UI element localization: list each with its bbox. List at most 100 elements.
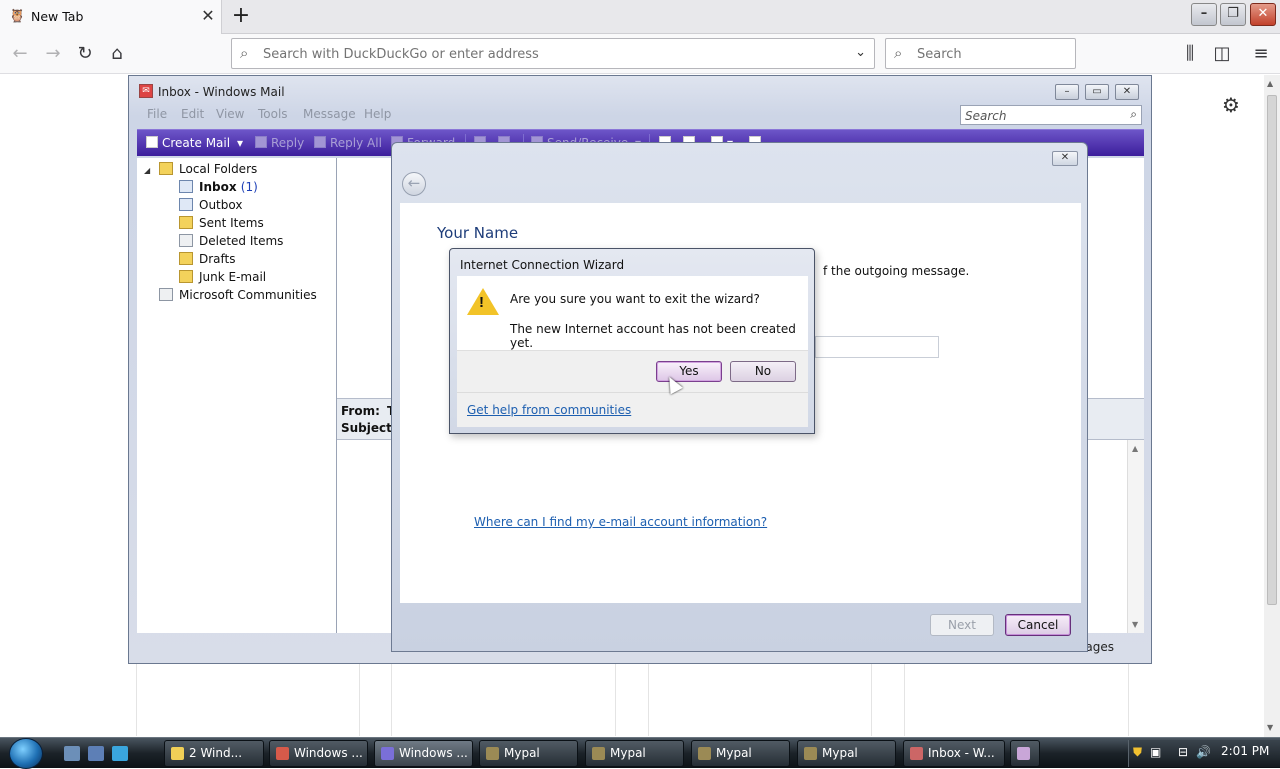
tab-title: New Tab xyxy=(31,9,84,24)
reload-icon[interactable]: ↻ xyxy=(73,42,97,66)
chevron-down-icon[interactable]: ⌄ xyxy=(855,45,866,60)
address-bar[interactable]: ⌕ Search with DuckDuckGo or enter addres… xyxy=(231,38,875,69)
task-explorer-group[interactable]: 2 Wind... xyxy=(164,740,264,767)
mail-close-button[interactable]: ✕ xyxy=(1115,84,1139,100)
wizard-heading: Your Name xyxy=(437,224,519,242)
gear-icon[interactable]: ⚙ xyxy=(1222,93,1240,117)
tab-new-tab[interactable]: 🦉 New Tab ✕ xyxy=(0,0,222,34)
page-scrollbar[interactable]: ▲ ▼ xyxy=(1264,75,1280,737)
scroll-up-icon[interactable]: ▲ xyxy=(1267,79,1273,88)
wizard-close-button[interactable]: ✕ xyxy=(1052,151,1078,166)
search-placeholder: Search xyxy=(917,47,962,62)
create-mail-dropdown[interactable]: ▾ xyxy=(237,136,243,150)
menu-tools[interactable]: Tools xyxy=(258,107,288,121)
dialog-footer: Get help from communities xyxy=(457,392,808,427)
folder-deleted-items[interactable]: Deleted Items xyxy=(179,234,283,248)
restore-button[interactable]: ❐ xyxy=(1220,3,1246,26)
no-button[interactable]: No xyxy=(730,361,796,382)
mail-menu-bar: File Edit View Tools Message Help xyxy=(137,104,957,124)
folder-local-folders[interactable]: Local Folders xyxy=(159,162,257,176)
menu-view[interactable]: View xyxy=(216,107,244,121)
task-label: Mypal xyxy=(822,746,858,760)
collapse-arrow-icon[interactable]: ◢ xyxy=(144,166,150,175)
home-icon[interactable]: ⌂ xyxy=(105,42,129,66)
scroll-down-icon[interactable]: ▼ xyxy=(1267,723,1273,732)
page-divider xyxy=(648,664,649,736)
folder-drafts[interactable]: Drafts xyxy=(179,252,236,266)
switch-windows-icon[interactable] xyxy=(88,746,104,761)
show-desktop-icon[interactable] xyxy=(64,746,80,761)
scroll-up-icon[interactable]: ▲ xyxy=(1132,444,1138,453)
search-box[interactable]: ⌕ Search xyxy=(885,38,1076,69)
page-divider xyxy=(1128,664,1129,736)
back-arrow-icon[interactable]: ← xyxy=(8,42,32,66)
library-icon[interactable]: ⫼ xyxy=(1178,42,1202,66)
network-status-icon[interactable]: ▣ xyxy=(1150,745,1161,759)
folder-label: Drafts xyxy=(199,252,236,266)
next-button[interactable]: Next xyxy=(930,614,994,636)
folder-microsoft-communities[interactable]: Microsoft Communities xyxy=(159,288,317,302)
folder-label: Outbox xyxy=(199,198,243,212)
scrollbar-thumb[interactable] xyxy=(1267,95,1277,605)
dialog-body: ! Are you sure you want to exit the wiza… xyxy=(457,276,808,350)
exit-wizard-dialog: Internet Connection Wizard ! Are you sur… xyxy=(449,248,815,434)
task-extra[interactable] xyxy=(1010,740,1040,767)
task-mypal-3[interactable]: Mypal xyxy=(691,740,790,767)
mail-maximize-button[interactable]: ▭ xyxy=(1085,84,1109,100)
cancel-button[interactable]: Cancel xyxy=(1005,614,1071,636)
window-icon xyxy=(276,747,289,760)
folder-sent-items[interactable]: Sent Items xyxy=(179,216,264,230)
search-icon[interactable]: ⌕ xyxy=(1130,107,1137,122)
task-label: Mypal xyxy=(504,746,540,760)
forward-arrow-icon[interactable]: → xyxy=(41,42,65,66)
folder-junk-email[interactable]: Junk E-mail xyxy=(179,270,266,284)
reply-all-button[interactable]: Reply All xyxy=(314,136,382,150)
volume-icon[interactable]: 🔊 xyxy=(1196,745,1211,759)
folder-inbox[interactable]: Inbox (1) xyxy=(179,180,258,194)
browser-nav-bar: ← → ↻ ⌂ ⌕ Search with DuckDuckGo or ente… xyxy=(0,34,1280,74)
help-communities-link[interactable]: Get help from communities xyxy=(467,403,631,417)
account-info-help-link[interactable]: Where can I find my e-mail account infor… xyxy=(474,515,767,529)
task-mypal-2[interactable]: Mypal xyxy=(585,740,684,767)
page-divider xyxy=(871,664,872,736)
mail-window-title: Inbox - Windows Mail xyxy=(158,85,285,99)
mail-minimize-button[interactable]: – xyxy=(1055,84,1079,100)
mypal-icon xyxy=(592,747,605,760)
menu-file[interactable]: File xyxy=(147,107,167,121)
windows-taskbar: 2 Wind... Windows ... Windows ... Mypal … xyxy=(0,737,1280,769)
preview-scrollbar[interactable]: ▲ ▼ xyxy=(1127,440,1144,633)
from-label: From: xyxy=(341,404,380,418)
task-windows-2[interactable]: Windows ... xyxy=(374,740,473,767)
internet-explorer-icon[interactable] xyxy=(112,746,128,761)
sent-items-icon xyxy=(179,216,193,229)
task-inbox-windows-mail[interactable]: Inbox - W... xyxy=(903,740,1005,767)
security-shield-icon[interactable]: ⛊ xyxy=(1133,745,1142,760)
close-window-button[interactable]: ✕ xyxy=(1250,3,1276,26)
network-icon[interactable]: ⊟ xyxy=(1178,745,1188,759)
message-count-status: ages xyxy=(1085,640,1114,654)
dialog-button-row: Yes No xyxy=(457,350,808,392)
folder-outbox[interactable]: Outbox xyxy=(179,198,242,212)
folder-label: Deleted Items xyxy=(199,234,284,248)
new-mail-icon xyxy=(146,136,158,148)
task-windows-1[interactable]: Windows ... xyxy=(269,740,368,767)
page-divider xyxy=(359,664,360,736)
menu-icon[interactable]: ≡ xyxy=(1249,42,1273,66)
menu-help[interactable]: Help xyxy=(364,107,391,121)
taskbar-clock[interactable]: 2:01 PM xyxy=(1221,744,1269,758)
sidebar-icon[interactable]: ◫ xyxy=(1210,42,1234,66)
menu-edit[interactable]: Edit xyxy=(181,107,204,121)
new-tab-button[interactable]: + xyxy=(228,4,254,30)
display-name-input[interactable] xyxy=(815,336,939,358)
task-mypal-4[interactable]: Mypal xyxy=(797,740,896,767)
reply-button[interactable]: Reply xyxy=(255,136,304,150)
start-button[interactable] xyxy=(9,738,43,769)
scroll-down-icon[interactable]: ▼ xyxy=(1132,620,1138,629)
close-tab-icon[interactable]: ✕ xyxy=(198,6,218,26)
menu-message[interactable]: Message xyxy=(303,107,356,121)
back-arrow-icon[interactable]: ← xyxy=(402,172,426,196)
mail-search-input[interactable]: Search ⌕ xyxy=(960,105,1142,125)
create-mail-button[interactable]: Create Mail xyxy=(146,136,230,150)
task-mypal-1[interactable]: Mypal xyxy=(479,740,578,767)
minimize-button[interactable]: – xyxy=(1191,3,1217,26)
